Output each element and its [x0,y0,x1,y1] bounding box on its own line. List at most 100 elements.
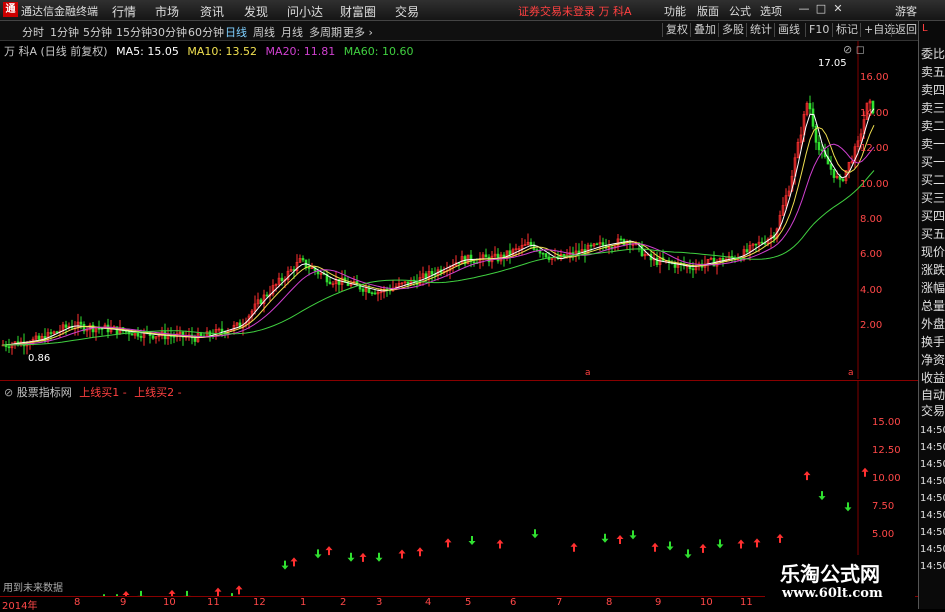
high-price-label: 17.05 [818,58,847,69]
sell-arrow-icon [375,552,383,562]
sidebar-item[interactable]: 买四 [920,208,945,225]
minimize-icon[interactable]: — [797,2,811,16]
candle-body [37,335,41,340]
maximize-icon[interactable]: □ [814,2,828,16]
f10-button[interactable]: F10 [805,23,829,37]
candle-body [640,244,644,257]
price-tick: 6.00 [860,249,883,260]
menu-ask[interactable]: 问小达 [287,3,323,20]
sidebar-item[interactable]: 卖四 [920,82,945,99]
sidebar-item[interactable]: 换手 [920,334,945,351]
overlay-button[interactable]: 叠加 [690,23,716,37]
menu-quotes[interactable]: 行情 [112,3,136,20]
sidebar-time: 14:50 [920,493,945,504]
indicator-name: 股票指标网 [16,386,72,399]
ma20-label: MA20: 11.81 [265,45,336,58]
indicator-tick: 7.50 [872,501,895,512]
date-tick: 8 [74,597,81,608]
close-icon[interactable]: ✕ [831,2,845,16]
indicator-settings-icon[interactable]: ⊘ [4,386,13,399]
price-chart[interactable] [0,41,885,379]
date-tick: 9 [655,597,662,608]
stock-name-label: 万 科A (日线 前复权) [4,45,108,58]
sidebar-item[interactable]: 买三 [920,190,945,207]
candle-body [691,268,695,271]
buy-arrow-icon [214,587,222,596]
menu-wealth[interactable]: 财富圈 [340,3,376,20]
broker-status[interactable]: 证券交易未登录 万 科A [518,3,632,19]
sidebar-item[interactable]: 涨幅 [920,280,945,297]
buy-arrow-icon [290,557,298,567]
event-marker: a [585,368,591,378]
sidebar-item[interactable]: 卖五 [920,64,945,81]
price-chart-panel[interactable]: 万 科A (日线 前复权) MA5: 15.05 MA10: 13.52 MA2… [0,41,889,379]
candle-body [544,253,548,258]
add-favorite-button[interactable]: +自选 [860,23,895,37]
sidebar-item[interactable]: 净资 [920,352,945,369]
sidebar-item[interactable]: 卖二 [920,118,945,135]
sidebar-item[interactable]: 总量 [920,298,945,315]
candle-body [760,241,764,244]
sidebar-auto-trade[interactable]: 自动 [920,387,945,404]
buy-arrow-icon [359,552,367,562]
event-marker: a [848,368,854,378]
menu-news[interactable]: 资讯 [200,3,224,20]
period-weekly[interactable]: 周线 [253,24,275,40]
period-monthly[interactable]: 月线 [281,24,303,40]
adjust-button[interactable]: 复权 [662,23,688,37]
candle-body [808,103,812,110]
candle-body [280,277,284,282]
sidebar-item[interactable]: 卖三 [920,100,945,117]
date-tick: 1 [300,597,307,608]
sidebar-item[interactable]: 涨跌 [920,262,945,279]
sidebar-item[interactable]: 卖一 [920,136,945,153]
menu-layout[interactable]: 版面 [697,3,719,19]
period-more[interactable]: 更多 › [343,24,373,40]
menu-discover[interactable]: 发现 [244,3,268,20]
menu-options[interactable]: 选项 [760,3,782,19]
sidebar-item[interactable]: 外盘 [920,316,945,333]
date-tick: 11 [740,597,753,608]
sidebar-time: 14:50 [920,442,945,453]
indicator-tick: 5.00 [872,529,895,540]
sidebar-auto-trade[interactable]: 交易 [920,403,945,420]
period-60min[interactable]: 60分钟 [188,24,224,40]
candle-body [529,241,533,246]
back-button[interactable]: 返回 [891,23,917,37]
buy-arrow-icon [496,539,504,549]
ma10-line [1,124,875,346]
chart-settings-icon[interactable]: ⊘ ◻ [843,43,865,56]
mark-button[interactable]: 标记 [832,23,858,37]
period-5min[interactable]: 5分钟 [83,24,112,40]
multi-stock-button[interactable]: 多股 [718,23,744,37]
price-tick: 4.00 [860,285,883,296]
menu-market[interactable]: 市场 [155,3,179,20]
period-30min[interactable]: 30分钟 [151,24,187,40]
period-daily[interactable]: 日线 [225,24,247,40]
candle-body [172,335,176,338]
sidebar-item[interactable]: 委比 [920,46,945,63]
buy-arrow-icon [616,534,624,544]
candle-body [496,253,500,262]
date-tick: 6 [510,597,517,608]
sidebar-item[interactable]: 买一 [920,154,945,171]
menu-guest[interactable]: 游客 [895,3,917,19]
period-multi[interactable]: 多周期 [309,24,342,40]
menu-formula[interactable]: 公式 [729,3,751,19]
date-tick: 2014年 [2,601,38,612]
period-1min[interactable]: 1分钟 [50,24,79,40]
draw-line-button[interactable]: 画线 [774,23,800,37]
sidebar-item[interactable]: 买五 [920,226,945,243]
menu-trade[interactable]: 交易 [395,3,419,20]
period-intraday[interactable]: 分时 [22,24,44,40]
menu-function[interactable]: 功能 [664,3,686,19]
sidebar-item[interactable]: 收益 [920,370,945,387]
sidebar-item[interactable]: 买二 [920,172,945,189]
date-tick: 2 [340,597,347,608]
period-15min[interactable]: 15分钟 [116,24,152,40]
buy-arrow-icon [753,538,761,548]
candle-body [841,179,845,182]
candle-body [79,321,83,325]
sidebar-item[interactable]: 现价 [920,244,945,261]
statistics-button[interactable]: 统计 [746,23,772,37]
